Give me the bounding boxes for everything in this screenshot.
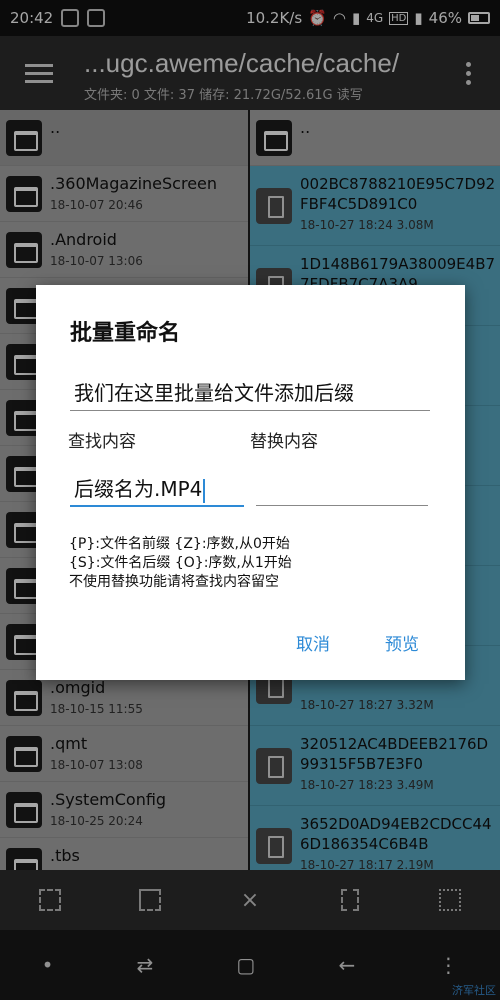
hint-line: 不使用替换功能请将查找内容留空: [69, 574, 279, 590]
text-cursor: [203, 478, 206, 503]
replace-input-underline: [256, 505, 428, 506]
cancel-button[interactable]: 取消: [296, 630, 330, 655]
batch-rename-dialog: 批量重命名 我们在这里批量给文件添加后缀 查找内容 替换内容 后缀名为.MP4 …: [36, 285, 465, 680]
rename-hint: {P}:文件名前缀 {Z}:序数,从0开始 {S}:文件名后缀 {O}:序数,从…: [69, 535, 292, 592]
find-input[interactable]: 后缀名为.MP4: [74, 473, 206, 503]
dialog-title: 批量重命名: [70, 321, 181, 346]
replace-label: 替换内容: [250, 432, 318, 452]
hint-line: {S}:文件名后缀 {O}:序数,从1开始: [69, 555, 292, 571]
find-input-underline: [70, 505, 244, 507]
rename-name-value: 我们在这里批量给文件添加后缀: [74, 381, 354, 405]
hint-line: {P}:文件名前缀 {Z}:序数,从0开始: [69, 536, 290, 552]
find-label: 查找内容: [68, 432, 136, 452]
preview-button[interactable]: 预览: [385, 630, 419, 655]
name-input-underline: [70, 410, 430, 411]
find-value: 后缀名为.MP4: [74, 477, 203, 501]
rename-name-input[interactable]: 我们在这里批量给文件添加后缀: [74, 377, 354, 406]
